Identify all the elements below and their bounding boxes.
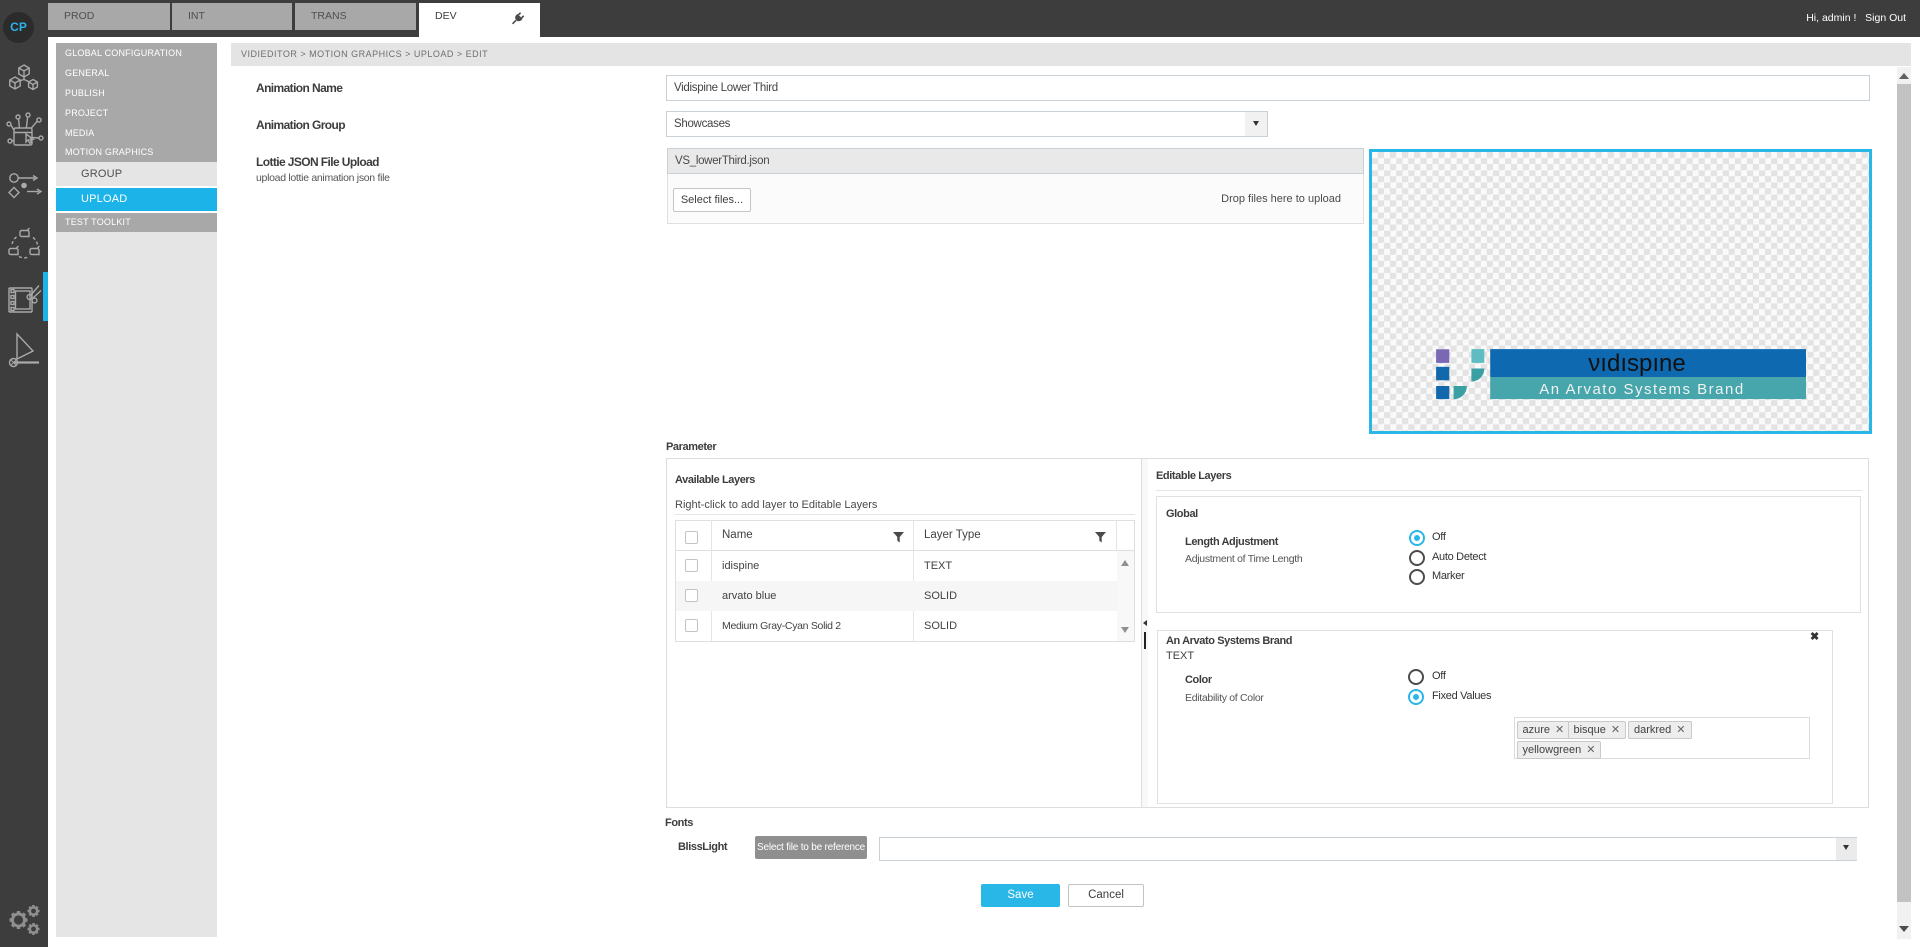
svg-text:νıdıspıne: νıdıspıne (1588, 350, 1685, 377)
svg-text:An Arvato Systems Brand: An Arvato Systems Brand (1539, 381, 1744, 398)
